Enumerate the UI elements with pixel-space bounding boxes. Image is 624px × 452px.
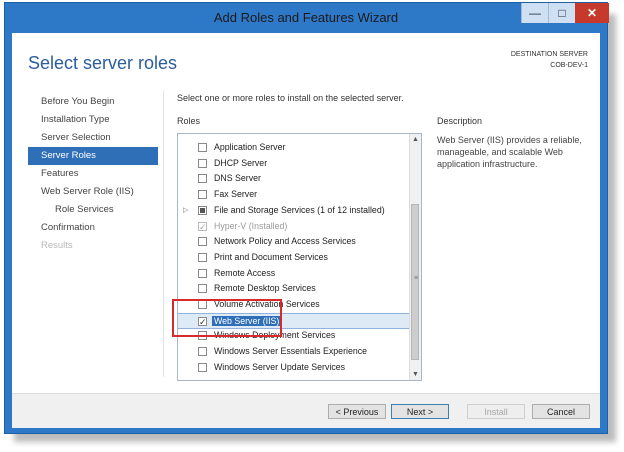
title-bar[interactable]: Add Roles and Features Wizard — □ ✕ [5,3,609,33]
description-text: Web Server (IIS) provides a reliable, ma… [437,135,582,169]
previous-button[interactable]: < Previous [328,404,386,419]
role-row[interactable]: Fax Server [178,187,411,203]
nav-item-confirmation[interactable]: Confirmation [28,219,158,237]
nav-item-server-roles[interactable]: Server Roles [28,147,158,165]
scroll-down-icon[interactable]: ▼ [410,369,421,380]
role-row[interactable]: Windows Server Update Services [178,360,411,376]
role-checkbox[interactable] [198,284,207,294]
nav-item-server-selection[interactable]: Server Selection [28,129,158,147]
nav-item-installation-type[interactable]: Installation Type [28,111,158,129]
role-checkbox[interactable] [198,190,207,200]
highlight-annotation [172,299,282,337]
role-label: Remote Access [214,267,276,278]
nav-item-web-server-role-iis[interactable]: Web Server Role (IIS) [28,183,158,201]
role-checkbox: ✓ [198,221,207,232]
scroll-up-icon[interactable]: ▲ [410,134,421,145]
destination-server-name: COB-DEV-1 [550,62,588,69]
role-label: DNS Server [214,173,261,184]
maximize-button[interactable]: □ [548,3,575,23]
role-label: Print and Document Services [214,251,328,262]
role-row[interactable]: Print and Document Services [178,250,411,266]
role-row[interactable]: Remote Access [178,266,411,282]
wizard-nav: Before You Begin Installation Type Server … [28,93,158,255]
destination-server-info: DESTINATION SERVER COB-DEV-1 [511,49,588,71]
roles-list[interactable]: Application Server DHCP Server DNS Server F… [177,133,422,381]
minimize-button[interactable]: — [521,3,548,23]
role-row[interactable]: Windows Server Essentials Experience [178,344,411,360]
expand-arrow-icon[interactable]: ▷ [183,206,188,214]
roles-heading: Roles [177,116,201,126]
nav-item-role-services[interactable]: Role Services [28,201,158,219]
role-checkbox[interactable] [198,205,207,215]
grip-icon: ≡ [413,275,419,282]
role-row[interactable]: Application Server [178,140,411,156]
role-row[interactable]: Network Policy and Access Services [178,234,411,250]
role-checkbox[interactable] [198,237,207,247]
nav-item-results: Results [41,240,73,251]
role-row[interactable]: ✓ Hyper-V (Installed) [178,219,411,235]
description-heading: Description [437,116,483,126]
next-button[interactable]: Next > [391,404,449,419]
wizard-content: Select server roles DESTINATION SERVER C… [12,33,600,428]
role-row[interactable]: Remote Desktop Services [178,281,411,297]
nav-item-before-you-begin[interactable]: Before You Begin [28,93,158,111]
page-title: Select server roles [28,53,178,73]
destination-label: DESTINATION SERVER [510,51,588,58]
cancel-button[interactable]: Cancel [532,404,590,419]
role-checkbox[interactable] [198,347,207,357]
role-label: Fax Server [214,189,258,200]
role-label: Remote Desktop Services [214,283,316,294]
role-checkbox[interactable] [198,268,207,278]
roles-scrollbar[interactable]: ▲ ≡ ▼ [409,134,421,380]
role-checkbox[interactable] [198,158,207,168]
role-row[interactable]: DHCP Server [178,156,411,172]
role-label: Application Server [214,142,286,152]
close-button[interactable]: ✕ [575,3,609,23]
role-label: Hyper-V (Installed) [214,220,288,231]
wizard-window: Add Roles and Features Wizard — □ ✕ Sele… [4,2,609,434]
role-label: File and Storage Services (1 of 12 insta… [214,204,385,215]
role-row[interactable]: ▷ File and Storage Services (1 of 12 inst… [178,203,411,219]
role-checkbox[interactable] [198,252,207,262]
role-row[interactable]: DNS Server [178,171,411,187]
role-checkbox[interactable] [198,362,207,372]
wizard-footer: < Previous Next > Install Cancel [12,393,600,428]
window-title: Add Roles and Features Wizard [213,10,399,25]
role-label: Network Policy and Access Services [214,236,356,247]
scroll-thumb[interactable]: ≡ [411,204,419,360]
nav-item-features[interactable]: Features [28,165,158,183]
instruction-text: Select one or more roles to install on t… [177,93,404,103]
role-checkbox[interactable] [198,174,207,184]
role-checkbox[interactable] [198,143,207,152]
role-label: DHCP Server [214,157,268,168]
role-label: Windows Server Essentials Experience [214,346,368,357]
role-label: Windows Server Update Services [214,361,346,372]
install-button[interactable]: Install [467,404,525,419]
nav-divider [163,91,164,377]
